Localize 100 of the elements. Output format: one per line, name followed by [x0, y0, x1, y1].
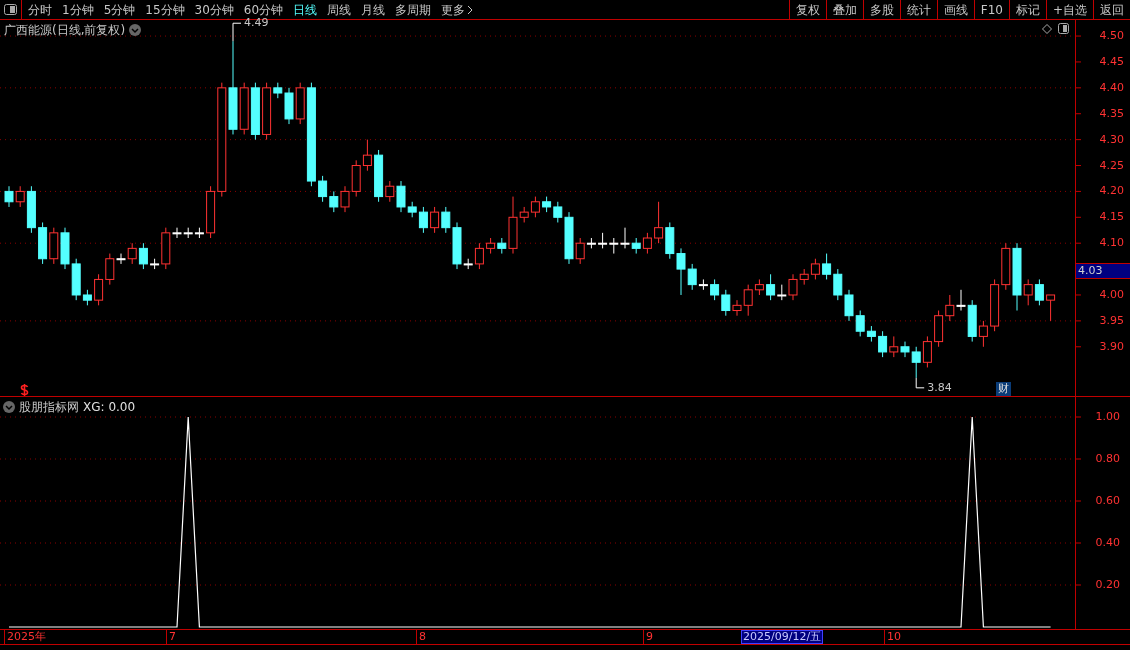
price-axis-label: 4.45 [1099, 55, 1124, 68]
candlestick [418, 206, 428, 234]
candlestick [732, 299, 742, 317]
candlestick [810, 258, 820, 280]
more-button[interactable]: 更多 [441, 0, 474, 19]
candlestick [642, 232, 652, 255]
indicator-axis-label: 0.80 [1095, 453, 1120, 465]
chart-title: 广西能源(日线,前复权) [4, 22, 126, 39]
candlestick [833, 268, 843, 301]
finance-badge[interactable]: 财 [996, 382, 1011, 396]
price-axis-label: 3.95 [1099, 314, 1124, 327]
price-axis-label: 4.30 [1099, 133, 1124, 146]
candlestick [620, 227, 630, 249]
toolbar-button[interactable]: F10 [973, 0, 1009, 19]
candlestick [1023, 278, 1033, 306]
candlestick [911, 346, 921, 379]
price-axis-label: 4.20 [1099, 185, 1124, 198]
candlestick [474, 242, 484, 270]
candlestick [687, 263, 697, 291]
toolbar-button[interactable]: 复权 [788, 0, 826, 19]
candlestick [172, 227, 182, 239]
low-price-label: 3.84 [927, 381, 952, 394]
price-axis-label: 4.25 [1099, 159, 1124, 172]
toolbar-button[interactable]: 叠加 [825, 0, 863, 19]
date-axis-label: 7 [166, 630, 176, 644]
candlestick [138, 242, 148, 270]
period-tab[interactable]: 5分钟 [103, 0, 136, 19]
price-axis-label: 4.00 [1099, 288, 1124, 301]
candlestick [889, 335, 899, 358]
candlestick [978, 320, 988, 348]
current-price-tag: 4.03 [1076, 263, 1130, 279]
period-tab[interactable]: 60分钟 [243, 0, 284, 19]
date-axis-label: 10 [884, 630, 901, 644]
candlestick [329, 190, 339, 213]
price-axis-label: 4.35 [1099, 107, 1124, 120]
indicator-axis-label: 0.20 [1095, 579, 1120, 591]
candlestick [4, 185, 14, 208]
candlestick [385, 180, 395, 203]
price-axis-label: 4.50 [1099, 30, 1124, 43]
candlestick [318, 175, 328, 203]
candlestick [878, 330, 888, 358]
candlestick [553, 201, 563, 223]
candlestick [94, 273, 104, 306]
candlestick [340, 185, 350, 213]
toolbar-button[interactable]: 多股 [862, 0, 900, 19]
candlestick [530, 196, 540, 218]
candlestick [105, 253, 115, 286]
period-tab[interactable]: 月线 [361, 0, 386, 19]
indicator-axis-label: 0.40 [1095, 537, 1120, 549]
toolbar-button[interactable]: 画线 [936, 0, 974, 19]
candlestick [396, 180, 406, 213]
period-tab[interactable]: 15分钟 [145, 0, 185, 19]
date-axis-label: 2025年 [4, 630, 46, 644]
chevron-right-icon [467, 4, 474, 15]
panel-toggle-icon[interactable] [4, 4, 17, 15]
period-tab[interactable]: 日线 [293, 0, 318, 19]
dollar-signal-icon [20, 384, 29, 396]
leader-line [915, 377, 925, 389]
candlestick [855, 310, 865, 337]
candlestick [721, 289, 731, 317]
period-tab[interactable]: 多周期 [395, 0, 432, 19]
candlestick [788, 273, 798, 301]
toolbar-button[interactable]: 标记 [1008, 0, 1046, 19]
indicator-axis-label: 1.00 [1095, 411, 1120, 423]
candlestick [1046, 294, 1056, 322]
candlestick [956, 289, 966, 312]
candlestick [922, 335, 932, 368]
candlestick [766, 273, 776, 301]
toolbar-button[interactable]: 统计 [899, 0, 937, 19]
price-axis-label: 3.90 [1099, 340, 1124, 353]
diamond-icon[interactable] [1042, 23, 1052, 34]
period-tab[interactable]: 周线 [327, 0, 352, 19]
candlestick [698, 278, 708, 291]
price-axis-label: 4.40 [1099, 81, 1124, 94]
toolbar-button[interactable]: 返回 [1093, 0, 1130, 19]
indicator-axis-label: 0.60 [1095, 495, 1120, 507]
date-axis-label: 2025/09/12/五 [741, 630, 824, 644]
period-tab[interactable]: 30分钟 [194, 0, 234, 19]
candlestick [1034, 278, 1044, 306]
candlestick [654, 201, 664, 244]
high-price-label: 4.49 [244, 17, 269, 30]
candlestick [676, 247, 686, 296]
candlestick [844, 289, 854, 322]
candlestick [743, 284, 753, 317]
candlestick [15, 185, 25, 208]
candlestick [900, 341, 910, 358]
date-axis-label: 9 [643, 630, 653, 644]
price-axis-label: 4.10 [1099, 237, 1124, 250]
indicator-reading: XG: 0.00 [83, 399, 136, 416]
chevron-down-icon[interactable] [3, 401, 15, 413]
period-tab[interactable]: 1分钟 [62, 0, 94, 19]
candlestick [441, 206, 451, 234]
toolbar-button[interactable]: +自选 [1045, 0, 1093, 19]
candlestick [362, 139, 372, 172]
period-tab[interactable]: 分时 [28, 0, 52, 19]
candlestick [127, 242, 137, 265]
panel-toggle-icon[interactable] [1058, 23, 1069, 34]
candlestick [575, 237, 585, 265]
indicator-name: 股朋指标网 [19, 399, 79, 416]
chevron-down-icon[interactable] [129, 24, 142, 36]
